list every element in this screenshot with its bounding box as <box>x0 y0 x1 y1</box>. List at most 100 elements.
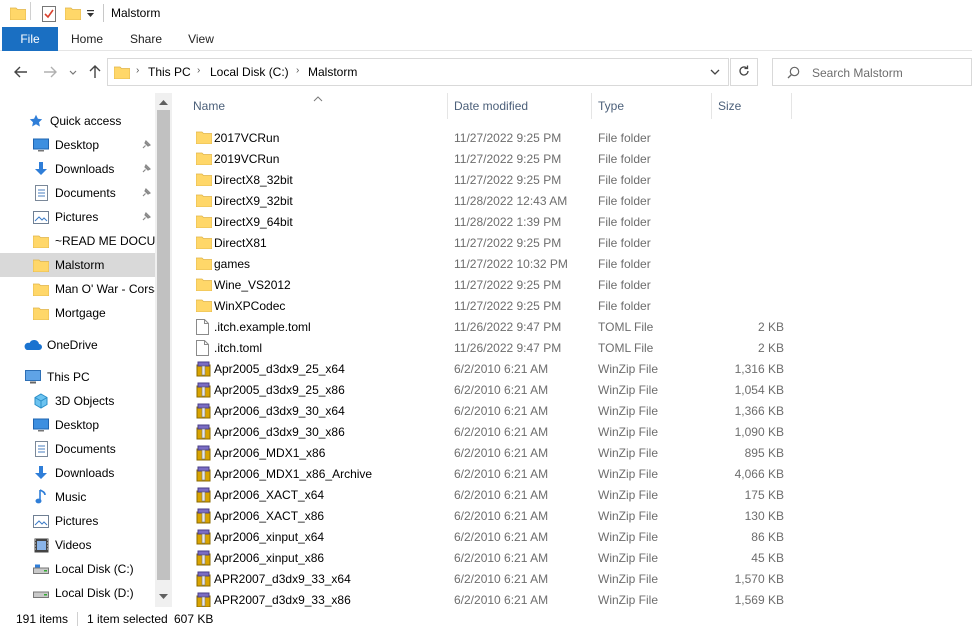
file-row[interactable]: 2019VCRun 11/27/2022 9:25 PM File folder <box>192 149 788 170</box>
chevron-down-icon[interactable] <box>710 66 720 80</box>
search-input[interactable]: Search Malstorm <box>812 66 903 80</box>
sidebar-item-downloads-pc[interactable]: Downloads <box>0 461 155 485</box>
chevron-right-icon[interactable]: › <box>136 65 139 76</box>
pin-icon[interactable] <box>140 163 152 175</box>
nav-quick-access[interactable]: Quick access <box>0 109 155 133</box>
file-row[interactable]: DirectX9_32bit 11/28/2022 12:43 AM File fo… <box>192 191 788 212</box>
nav-onedrive[interactable]: OneDrive <box>0 333 155 357</box>
sidebar-item-downloads[interactable]: Downloads <box>0 157 155 181</box>
file-row[interactable]: Apr2005_d3dx9_25_x86 6/2/2010 6:21 AM WinZ… <box>192 380 788 401</box>
chevron-right-icon[interactable]: › <box>296 65 299 76</box>
scroll-up-icon[interactable] <box>158 96 169 107</box>
file-type: WinZip File <box>598 362 659 376</box>
sidebar-item-music[interactable]: Music <box>0 485 155 509</box>
column-header-type[interactable]: Type <box>598 93 708 119</box>
address-bar[interactable]: › This PC › Local Disk (C:) › Malstorm <box>107 58 729 86</box>
up-arrow-icon[interactable] <box>86 63 104 81</box>
file-row[interactable]: Apr2006_MDX1_x86_Archive 6/2/2010 6:21 AM… <box>192 464 788 485</box>
sidebar-item-pictures-pc[interactable]: Pictures <box>0 509 155 533</box>
sidebar-item-mortgage[interactable]: Mortgage <box>0 301 155 325</box>
folder-icon[interactable] <box>9 6 27 23</box>
customize-toolbar-icon[interactable] <box>86 8 95 22</box>
sidebar-item-pictures[interactable]: Pictures <box>0 205 155 229</box>
file-type: WinZip File <box>598 530 659 544</box>
column-divider[interactable] <box>791 93 792 119</box>
file-row[interactable]: .itch.example.toml 11/26/2022 9:47 PM TOML… <box>192 317 788 338</box>
file-name: Apr2006_MDX1_x86_Archive <box>214 467 373 481</box>
sidebar-item-3d-objects[interactable]: 3D Objects <box>0 389 155 413</box>
folder-icon <box>195 214 213 230</box>
sidebar-item-documents[interactable]: Documents <box>0 181 155 205</box>
sidebar-item-malstorm[interactable]: Malstorm <box>0 253 155 277</box>
folder-icon <box>113 65 131 82</box>
file-type: File folder <box>598 173 651 187</box>
file-row[interactable]: WinXPCodec 11/27/2022 9:25 PM File folder <box>192 296 788 317</box>
file-type: File folder <box>598 236 651 250</box>
file-type: File folder <box>598 257 651 271</box>
sidebar-item-desktop-pc[interactable]: Desktop <box>0 413 155 437</box>
file-row[interactable]: .itch.toml 11/26/2022 9:47 PM TOML File 2 K… <box>192 338 788 359</box>
chevron-right-icon[interactable]: › <box>197 65 200 76</box>
file-row[interactable]: Apr2006_MDX1_x86 6/2/2010 6:21 AM WinZip F… <box>192 443 788 464</box>
file-name: Apr2006_d3dx9_30_x86 <box>214 425 345 439</box>
file-row[interactable]: Apr2005_d3dx9_25_x64 6/2/2010 6:21 AM WinZ… <box>192 359 788 380</box>
file-row[interactable]: Apr2006_d3dx9_30_x64 6/2/2010 6:21 AM WinZ… <box>192 401 788 422</box>
file-row[interactable]: Apr2006_d3dx9_30_x86 6/2/2010 6:21 AM WinZ… <box>192 422 788 443</box>
3d-objects-icon <box>33 393 49 409</box>
zip-archive-icon <box>196 466 212 482</box>
new-folder-icon[interactable] <box>64 6 82 23</box>
refresh-button[interactable] <box>730 58 758 86</box>
tab-view[interactable]: View <box>183 27 219 51</box>
file-name: games <box>214 257 251 271</box>
file-row[interactable]: 2017VCRun 11/27/2022 9:25 PM File folder <box>192 128 788 149</box>
file-row[interactable]: Apr2006_XACT_x64 6/2/2010 6:21 AM WinZip F… <box>192 485 788 506</box>
sidebar-item-documents-pc[interactable]: Documents <box>0 437 155 461</box>
file-row[interactable]: Apr2006_xinput_x86 6/2/2010 6:21 AM WinZip… <box>192 548 788 569</box>
scrollbar-thumb[interactable] <box>157 110 170 580</box>
breadcrumb-malstorm[interactable]: Malstorm <box>308 65 357 79</box>
folder-icon <box>33 257 49 273</box>
file-row[interactable]: games 11/27/2022 10:32 PM File folder <box>192 254 788 275</box>
nav-label: Desktop <box>55 138 100 152</box>
file-row[interactable]: Wine_VS2012 11/27/2022 9:25 PM File folder <box>192 275 788 296</box>
column-divider[interactable] <box>711 93 712 119</box>
column-header-name[interactable]: Name <box>193 93 443 119</box>
breadcrumb-local-disk[interactable]: Local Disk (C:) <box>210 65 289 79</box>
nav-scrollbar[interactable] <box>155 93 172 607</box>
file-row[interactable]: DirectX81 11/27/2022 9:25 PM File folder <box>192 233 788 254</box>
file-row[interactable]: DirectX8_32bit 11/27/2022 9:25 PM File fol… <box>192 170 788 191</box>
file-date: 11/27/2022 9:25 PM <box>454 236 562 250</box>
breadcrumb-this-pc[interactable]: This PC <box>148 65 191 79</box>
zip-archive-icon <box>196 592 212 608</box>
sidebar-item-local-disk-c[interactable]: Local Disk (C:) <box>0 557 155 581</box>
tab-home[interactable]: Home <box>64 27 110 51</box>
search-box[interactable]: Search Malstorm <box>772 58 972 86</box>
column-divider[interactable] <box>447 93 448 119</box>
drive-icon <box>33 585 49 601</box>
sidebar-item-local-disk-d[interactable]: Local Disk (D:) <box>0 581 155 605</box>
pin-icon[interactable] <box>140 139 152 151</box>
search-icon <box>787 66 800 82</box>
recent-locations-icon[interactable] <box>64 64 82 82</box>
sidebar-item-desktop[interactable]: Desktop <box>0 133 155 157</box>
sidebar-item-read-me[interactable]: ~READ ME DOCUM <box>0 229 155 253</box>
pin-icon[interactable] <box>140 211 152 223</box>
sidebar-item-man-o-war[interactable]: Man O' War - Corsa <box>0 277 155 301</box>
back-arrow-icon[interactable] <box>12 63 30 81</box>
file-row[interactable]: APR2007_d3dx9_33_x64 6/2/2010 6:21 AM WinZ… <box>192 569 788 590</box>
column-header-date[interactable]: Date modified <box>454 93 594 119</box>
column-divider[interactable] <box>591 93 592 119</box>
nav-this-pc[interactable]: This PC <box>0 365 155 389</box>
forward-arrow-icon[interactable] <box>41 63 59 81</box>
tab-file[interactable]: File <box>2 27 58 51</box>
file-row[interactable]: Apr2006_XACT_x86 6/2/2010 6:21 AM WinZip F… <box>192 506 788 527</box>
pictures-icon <box>33 513 49 529</box>
file-row[interactable]: Apr2006_xinput_x64 6/2/2010 6:21 AM WinZip… <box>192 527 788 548</box>
column-header-size[interactable]: Size <box>718 93 788 119</box>
scroll-down-icon[interactable] <box>158 591 169 602</box>
tab-share[interactable]: Share <box>124 27 168 51</box>
pin-icon[interactable] <box>140 187 152 199</box>
properties-icon[interactable] <box>42 6 56 25</box>
file-row[interactable]: DirectX9_64bit 11/28/2022 1:39 PM File fol… <box>192 212 788 233</box>
sidebar-item-videos[interactable]: Videos <box>0 533 155 557</box>
